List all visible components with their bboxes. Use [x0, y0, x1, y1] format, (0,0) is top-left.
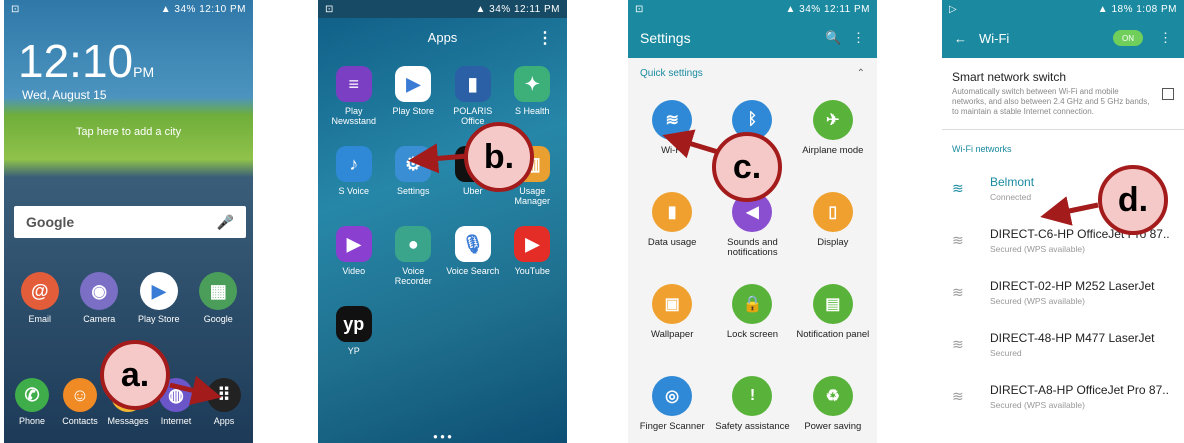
arrow-a — [169, 375, 222, 405]
arrow-c — [662, 129, 719, 159]
callout-arrows — [169, 129, 1099, 405]
callout-c: c. — [712, 132, 782, 202]
callout-b: b. — [464, 122, 534, 192]
arrow-d — [1040, 196, 1099, 226]
callout-a: a. — [100, 340, 170, 410]
callout-d: d. — [1098, 165, 1168, 235]
